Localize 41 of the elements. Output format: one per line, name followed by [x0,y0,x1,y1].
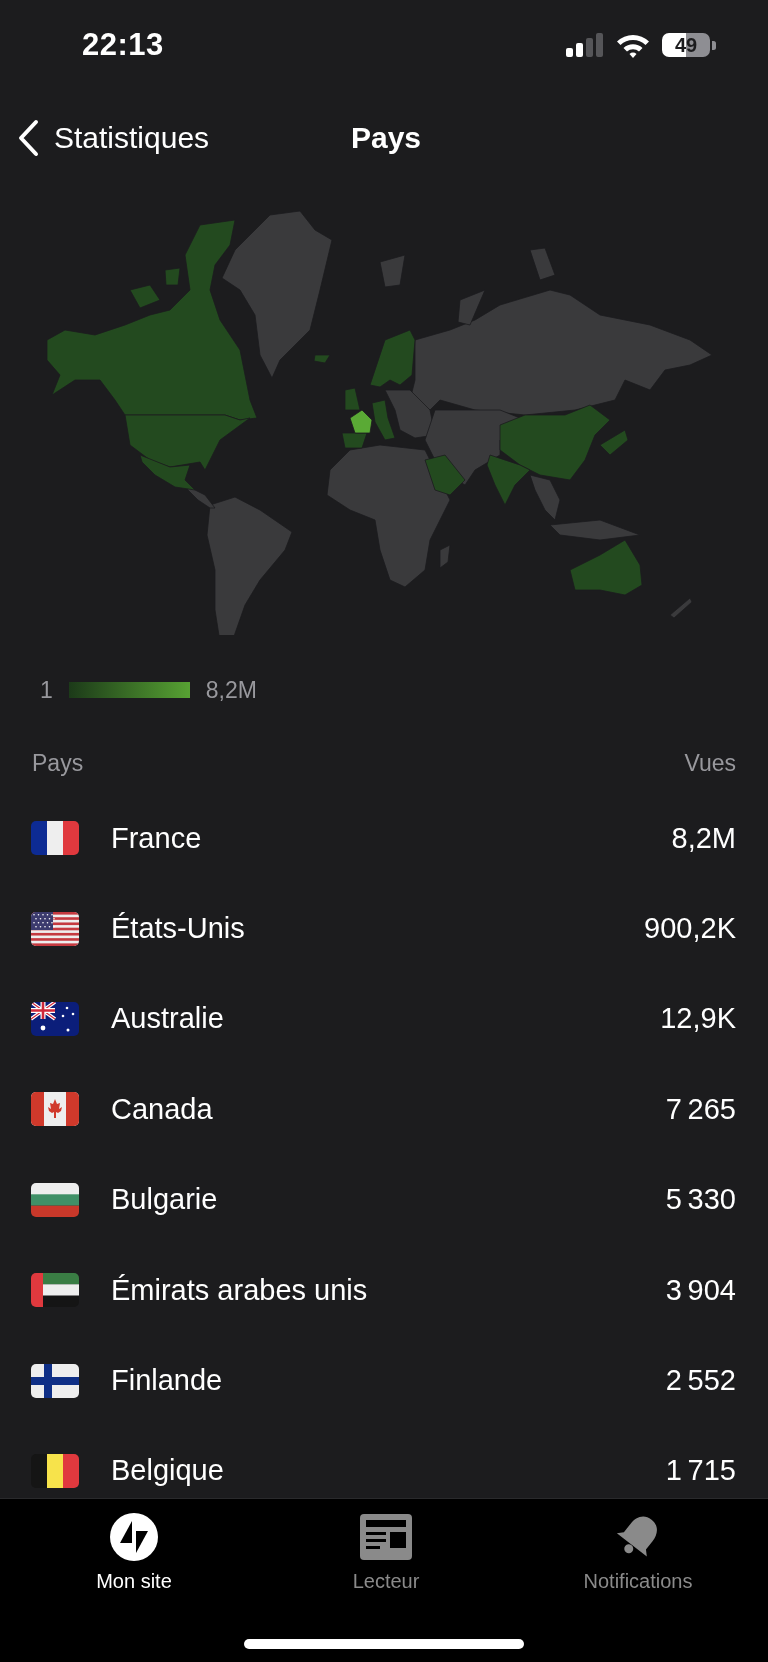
country-name: Émirats arabes unis [111,1273,368,1307]
tab-button[interactable]: Mon site [8,1512,260,1593]
bolt-circle-icon [108,1512,160,1562]
finnish-flag-icon [31,1363,79,1398]
views-count: 5 330 [665,1183,736,1217]
country-name: Australie [111,1002,224,1036]
uae-flag-icon [31,1273,79,1308]
views-count: 3 904 [665,1273,736,1307]
chevron-left-icon [16,118,40,157]
australian-flag-icon [31,1001,79,1036]
canadian-flag-icon [31,1092,79,1127]
views-count: 12,9K [660,1002,736,1036]
tab-button[interactable]: Notifications [512,1512,764,1593]
battery-tip-icon [712,40,716,50]
country-name: Belgique [111,1454,224,1488]
country-name: Bulgarie [111,1183,218,1217]
bulgarian-flag-icon [31,1182,79,1217]
column-header: Pays [32,749,84,777]
newspaper-icon [360,1512,412,1562]
views-count: 1 715 [665,1454,736,1488]
screen-title: Pays [349,120,422,155]
belgian-flag-icon [31,1453,79,1488]
country-name: États-Unis [111,912,245,946]
signal-icon [566,33,604,57]
battery-indicator: 49 [662,33,710,57]
back-button[interactable]: Statistiques [0,118,210,157]
country-name: France [111,821,202,855]
wifi-icon [616,32,650,58]
status-time: 22:13 [82,27,164,63]
country-name: Canada [111,1092,213,1126]
views-count: 8,2M [671,821,736,855]
legend-min-label: 1 [40,676,53,704]
country-name: Finlande [111,1364,223,1398]
tab-button[interactable]: Lecteur [260,1512,512,1593]
french-flag-icon [31,821,79,856]
views-count: 7 265 [665,1092,736,1126]
legend-max-label: 8,2M [205,676,257,704]
column-header: Vues [684,749,736,777]
views-count: 2 552 [665,1364,736,1398]
views-count: 900,2K [644,912,736,946]
us-flag-icon [31,911,79,946]
